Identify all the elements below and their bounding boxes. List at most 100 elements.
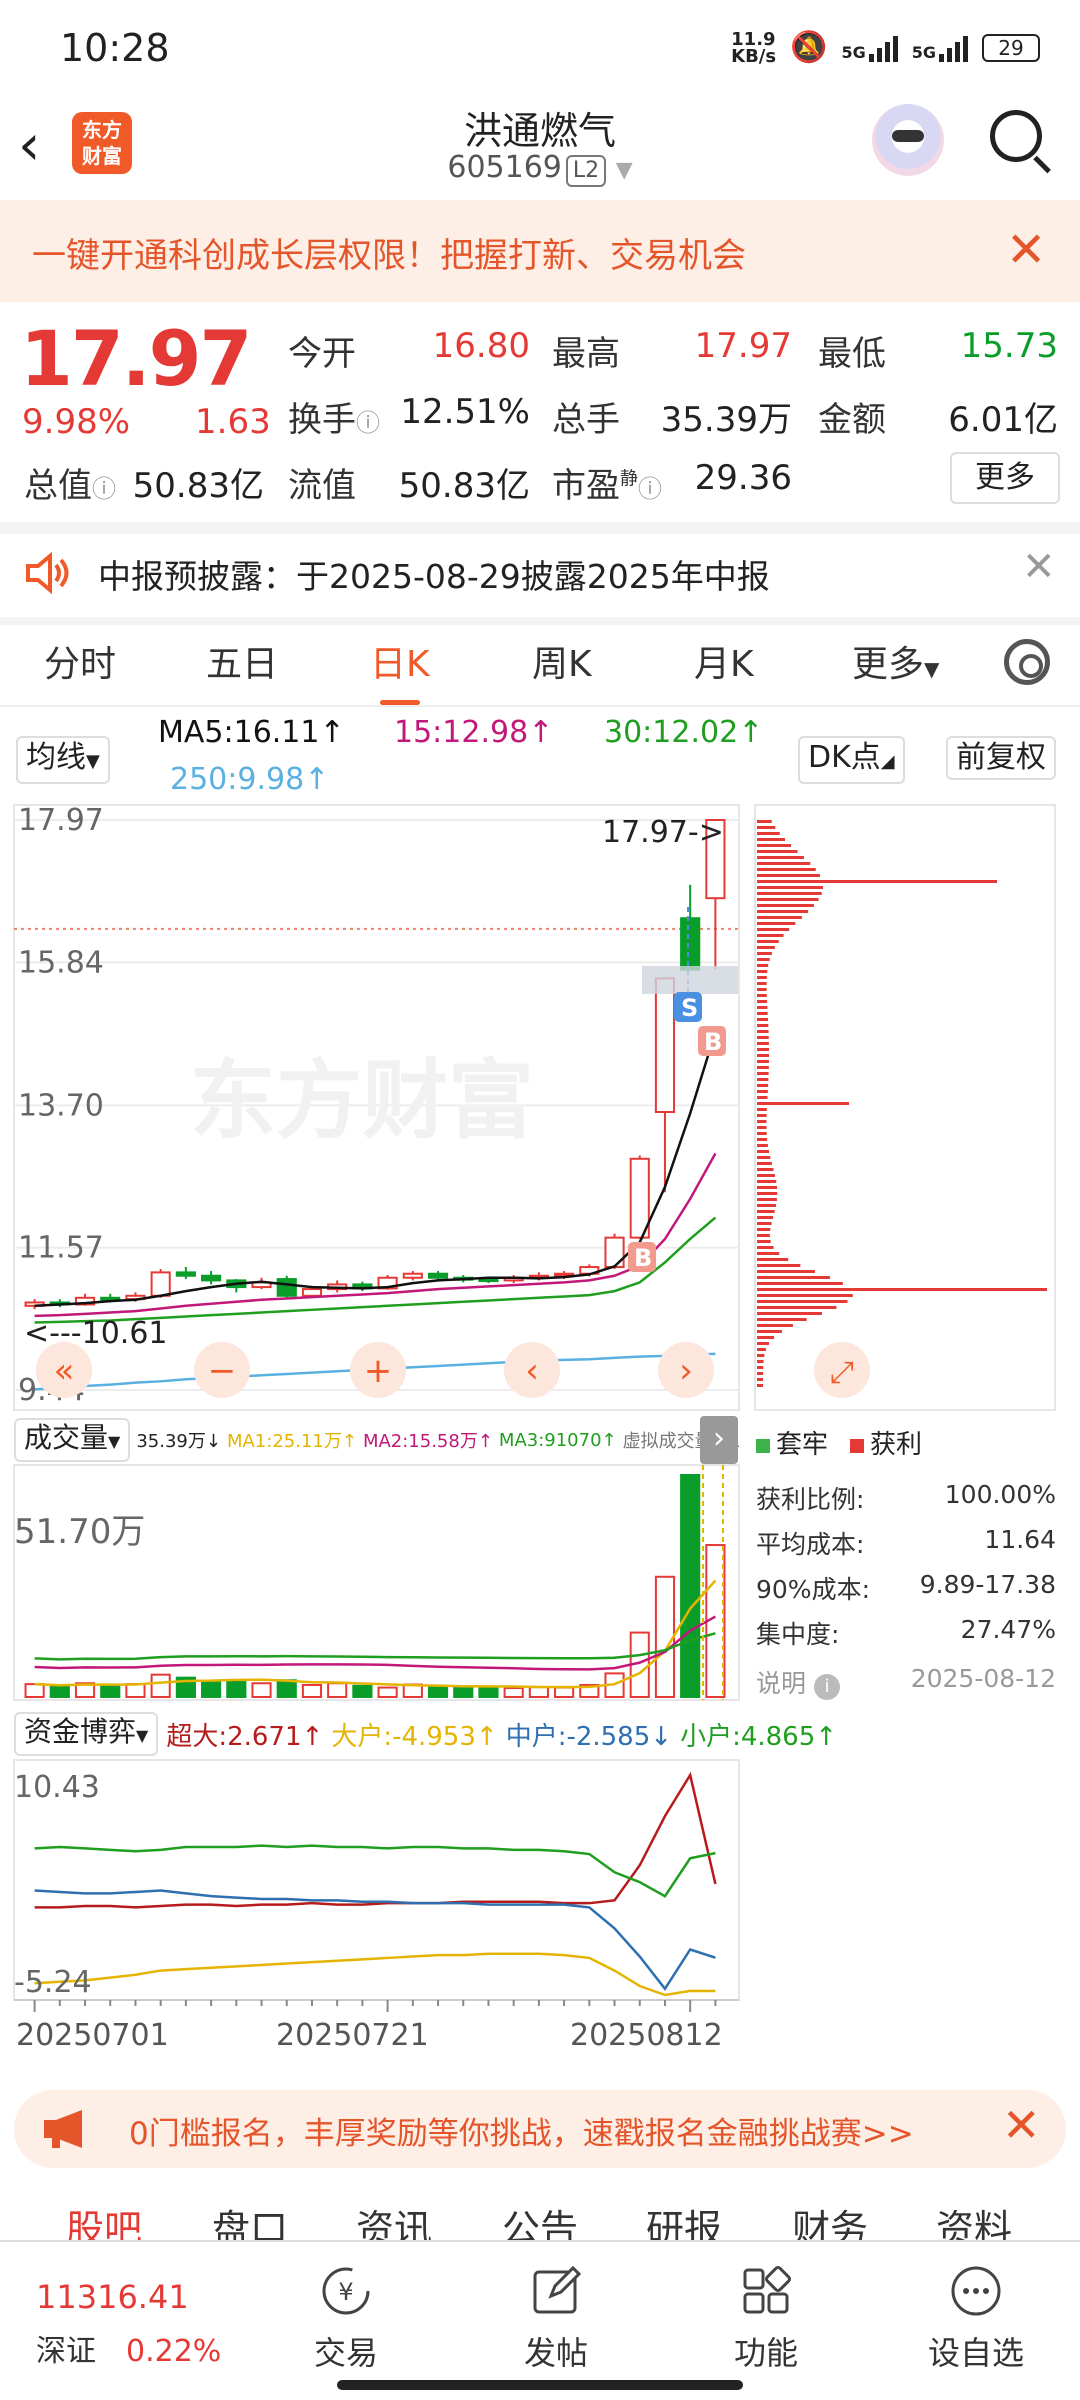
nav-functions[interactable]: 功能 <box>696 2264 836 2374</box>
compose-icon <box>533 2265 582 2314</box>
chip-bar <box>757 1048 769 1051</box>
tab-weekly-k[interactable]: 周K <box>532 635 592 687</box>
chip-bar <box>757 1186 778 1189</box>
notice-text[interactable]: 中报预披露：于2025-08-29披露2025年中报 <box>98 550 770 598</box>
chip-bar <box>757 1366 764 1369</box>
expand-icon: ⤢ <box>830 1355 854 1390</box>
tab-announcements[interactable]: 公告 <box>502 2198 578 2240</box>
chip-bar <box>757 934 784 937</box>
search-icon[interactable] <box>990 110 1042 162</box>
candle-body <box>654 977 676 1114</box>
home-indicator[interactable] <box>337 2380 743 2390</box>
bottom-ad-banner[interactable]: 0门槛报名，丰厚奖励等你挑战，速戳报名金融挑战赛>> ✕ <box>14 2090 1066 2168</box>
chip-stat-row: 平均成本: 11.64 <box>756 1525 1056 1559</box>
assistant-robot-icon[interactable] <box>872 104 944 176</box>
tab-more[interactable]: 更多▼ <box>852 635 939 687</box>
info-icon: ⓘ <box>92 475 116 503</box>
fund-small: 小户:4.865↑ <box>680 1721 838 1752</box>
volume-bar <box>377 1686 398 1698</box>
nav-add-watchlist[interactable]: 设自选 <box>906 2264 1046 2374</box>
chip-bar <box>757 1228 771 1231</box>
nav-post[interactable]: 发帖 <box>486 2264 626 2374</box>
chip-bar <box>757 1036 769 1039</box>
x-axis-ticks <box>14 1999 739 2012</box>
chip-bar <box>757 844 792 847</box>
volume-bar <box>453 1685 474 1699</box>
adjust-selector[interactable]: 前复权 <box>946 736 1056 780</box>
tab-research[interactable]: 研报 <box>646 2198 722 2240</box>
minus-icon: − <box>208 1351 237 1391</box>
signal-icon-1: 5G <box>841 34 898 62</box>
chip-bar <box>757 1258 789 1261</box>
chip-legend: 套牢 获利 <box>756 1424 922 1461</box>
turnover-value: 12.51% <box>400 392 530 432</box>
ad-text[interactable]: 0门槛报名，丰厚奖励等你挑战，速戳报名金融挑战赛>> <box>129 2108 914 2153</box>
chip-bar <box>757 964 769 967</box>
notice-bar[interactable]: 中报预披露：于2025-08-29披露2025年中报 ✕ <box>0 530 1080 620</box>
x-label-mid: 20250721 <box>276 2018 429 2053</box>
mute-bell-icon: 🔕 <box>790 30 828 65</box>
chip-bar <box>757 1318 807 1321</box>
tab-news[interactable]: 资讯 <box>356 2198 432 2240</box>
promo-text[interactable]: 一键开通科创成长层权限！把握打新、交易机会 <box>32 228 746 277</box>
chip-bar <box>757 1216 774 1219</box>
x-label-end: 20250812 <box>570 2018 723 2053</box>
volume-bar <box>503 1686 524 1699</box>
promo-banner[interactable]: 一键开通科创成长层权限！把握打新、交易机会 ✕ <box>0 200 1080 302</box>
candle-body <box>175 1271 196 1277</box>
fund-selector[interactable]: 资金博弈▼ <box>14 1712 159 1756</box>
megaphone-icon <box>44 2110 82 2148</box>
amount-value: 6.01亿 <box>948 400 1058 440</box>
volume-bar <box>24 1683 45 1698</box>
fund-line-4 <box>34 1844 716 1898</box>
volume-selector[interactable]: 成交量▼ <box>14 1418 131 1462</box>
low-label: 最低 <box>818 334 886 374</box>
close-icon[interactable]: ✕ <box>1022 544 1056 590</box>
y-tick-label: 11.57 <box>18 1231 104 1266</box>
close-icon[interactable]: ✕ <box>1006 222 1046 278</box>
candle-body <box>427 1272 449 1279</box>
high-label: 最高 <box>552 334 620 374</box>
chip-bar <box>757 904 814 907</box>
turnover-label: 换手ⓘ <box>288 400 380 440</box>
tab-profile[interactable]: 资料 <box>936 2198 1012 2240</box>
chip-bar <box>757 988 767 991</box>
chip-bar <box>757 1174 775 1177</box>
chip-bar <box>757 886 824 889</box>
index-ticker[interactable]: 11316.41 深证 0.22% <box>36 2278 221 2370</box>
tab-daily-k[interactable]: 日K <box>370 635 430 705</box>
more-dots-icon <box>951 2266 1001 2316</box>
volume-bar <box>276 1679 297 1698</box>
ma-selector[interactable]: 均线▼ <box>16 736 110 784</box>
chip-bar <box>757 1066 769 1069</box>
chip-bar <box>757 1336 775 1339</box>
chip-bar <box>757 1102 849 1105</box>
chip-bar <box>757 1084 769 1087</box>
more-button[interactable]: 更多 <box>950 452 1060 504</box>
watermark: 东方财富 <box>190 1051 534 1151</box>
close-icon[interactable]: ✕ <box>1002 2098 1041 2152</box>
chip-bar <box>757 928 790 931</box>
chip-bar <box>757 868 816 871</box>
tab-intraday[interactable]: 分时 <box>44 635 116 687</box>
dk-point-selector[interactable]: DK点◢ <box>798 736 905 784</box>
chip-note-link[interactable]: 说明 i <box>756 1664 840 1709</box>
expand-panel-chevron-icon[interactable]: › <box>700 1416 738 1464</box>
tab-five-day[interactable]: 五日 <box>206 635 278 687</box>
chip-bar <box>757 1270 815 1273</box>
kline-control-icons: « − + ‹ › <box>54 1351 693 1391</box>
stock-code: 605169 <box>447 150 562 185</box>
candle-body <box>604 1236 625 1269</box>
volume-bar <box>100 1683 121 1699</box>
chip-bar <box>757 952 772 955</box>
signal-icon-2: 5G <box>912 34 968 62</box>
volume-bar <box>427 1686 449 1698</box>
nav-trade[interactable]: ¥ 交易 <box>276 2264 416 2374</box>
gear-icon[interactable] <box>1004 639 1050 685</box>
tab-forum[interactable]: 股吧 <box>66 2198 142 2240</box>
chip-stat-row: 获利比例: 100.00% <box>756 1480 1056 1514</box>
tab-finance[interactable]: 财务 <box>792 2198 868 2240</box>
tab-orderbook[interactable]: 盘口 <box>212 2198 288 2240</box>
volume-ma3: MA3:91070↑ <box>498 1429 617 1451</box>
tab-monthly-k[interactable]: 月K <box>694 635 754 687</box>
